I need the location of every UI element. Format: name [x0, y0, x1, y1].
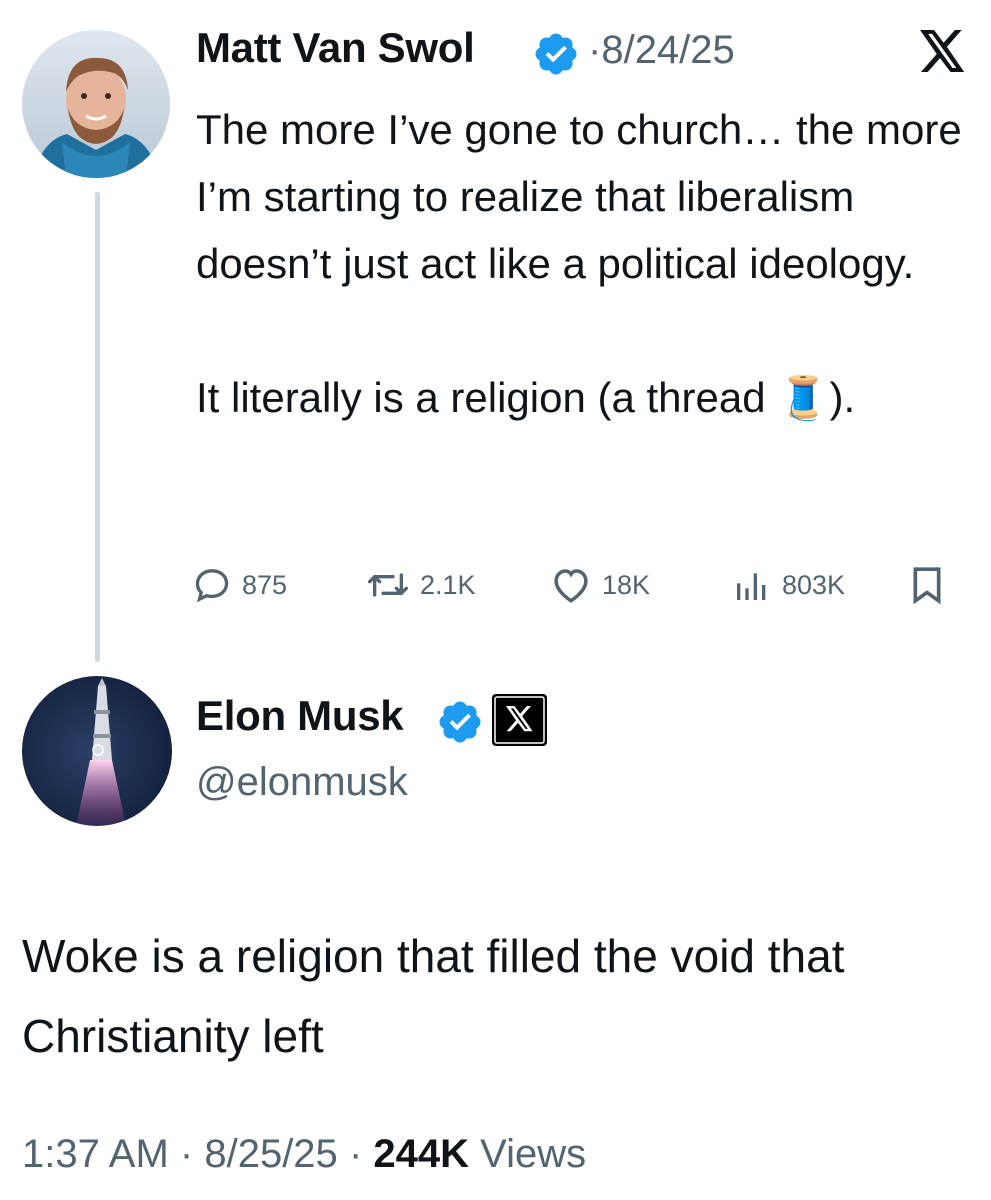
- tweet-action-bar: 875 2.1K 18K 803K: [192, 565, 952, 615]
- separator-dot: ·: [348, 1132, 363, 1176]
- avatar-matt-van-swol[interactable]: [22, 30, 170, 178]
- reply-icon: [195, 569, 229, 603]
- avatar-elon-musk[interactable]: [22, 676, 172, 826]
- like-count: 18K: [602, 569, 651, 600]
- x-logo-icon[interactable]: [920, 30, 966, 77]
- like-button[interactable]: 18K: [550, 565, 650, 605]
- views-count[interactable]: 244K: [373, 1132, 469, 1176]
- author-handle[interactable]: @elonmusk: [196, 760, 408, 805]
- rocket-launch-avatar-icon: [22, 676, 172, 826]
- reply-count: 875: [242, 569, 288, 600]
- separator-dot: ·: [588, 28, 602, 72]
- bookmark-button[interactable]: [910, 565, 944, 605]
- repost-button[interactable]: 2.1K: [366, 565, 476, 605]
- tweet-text: Woke is a religion that filled the void …: [22, 930, 858, 1062]
- tweet-text: The more I’ve gone to church… the more I…: [196, 106, 962, 421]
- reply-button[interactable]: 875: [192, 565, 287, 605]
- author-name[interactable]: Elon Musk: [196, 692, 404, 740]
- tweet-meta-line: 1:37 AM · 8/25/25 · 244K Views: [22, 1132, 586, 1177]
- views-count: 803K: [782, 569, 846, 600]
- thread-connector-line: [95, 192, 100, 662]
- repost-icon: [367, 573, 408, 597]
- tweet-date[interactable]: 8/25/25: [204, 1132, 337, 1176]
- heart-icon: [554, 569, 588, 603]
- verified-badge-icon: [436, 698, 484, 751]
- views-bar-chart-icon: [737, 573, 766, 600]
- author-name[interactable]: Matt Van Swol: [196, 24, 475, 72]
- x-logo-badge-icon[interactable]: [492, 694, 547, 746]
- tweet-time[interactable]: 1:37 AM: [22, 1132, 169, 1176]
- views-button[interactable]: 803K: [732, 565, 845, 605]
- views-label: Views: [480, 1132, 587, 1176]
- tweet-date[interactable]: 8/24/25: [601, 28, 734, 72]
- verified-badge-icon: [532, 30, 580, 83]
- separator-dot: ·: [179, 1132, 194, 1176]
- bookmark-icon: [913, 567, 941, 605]
- repost-count: 2.1K: [420, 569, 476, 600]
- bearded-man-avatar-icon: [22, 30, 170, 178]
